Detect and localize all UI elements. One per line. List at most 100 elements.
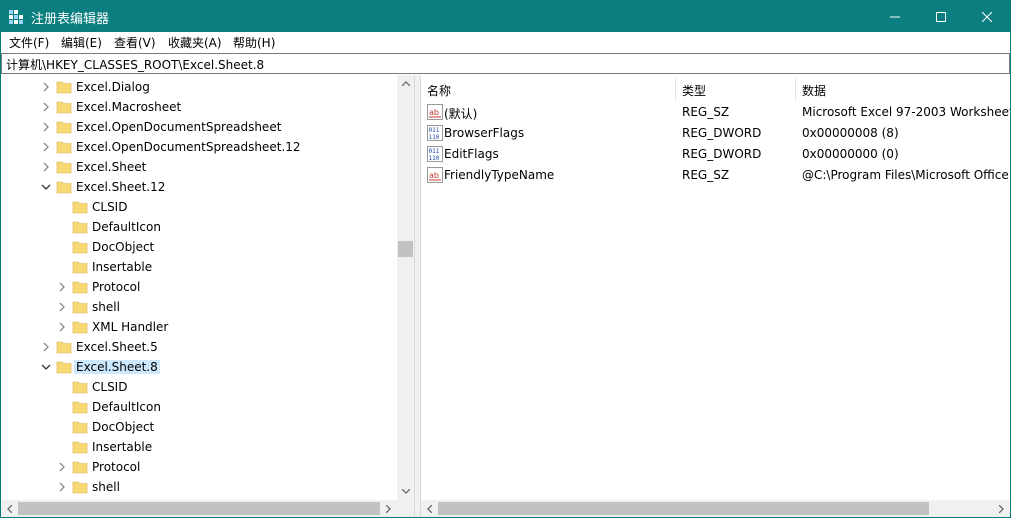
values-horizontal-scrollbar[interactable]: [421, 500, 1010, 517]
tree-item[interactable]: Excel.OpenDocumentSpreadsheet: [1, 117, 397, 137]
tree-item[interactable]: shell: [1, 477, 397, 497]
registry-editor-app-icon: [9, 10, 23, 24]
address-bar[interactable]: 计算机\HKEY_CLASSES_ROOT\Excel.Sheet.8: [1, 53, 1010, 74]
tree-item-label: Excel.Sheet.8: [74, 360, 160, 374]
value-data: 0x00000008 (8): [802, 126, 899, 140]
tree-item[interactable]: Excel.Macrosheet: [1, 97, 397, 117]
value-type: REG_SZ: [682, 168, 730, 182]
value-name: BrowserFlags: [444, 126, 525, 140]
minimize-icon: [890, 16, 900, 17]
chevron-down-icon[interactable]: [40, 180, 52, 194]
tree-item[interactable]: Insertable: [1, 437, 397, 457]
menu-view[interactable]: 查看(V): [114, 34, 156, 51]
tree-item[interactable]: Protocol: [1, 277, 397, 297]
tree-item[interactable]: DefaultIcon: [1, 217, 397, 237]
close-button[interactable]: [964, 1, 1010, 32]
folder-icon: [72, 281, 88, 294]
tree-item-label: Excel.OpenDocumentSpreadsheet: [76, 120, 282, 134]
value-row[interactable]: ab (默认) REG_SZ Microsoft Excel 97-2003 Work…: [421, 101, 1010, 122]
folder-icon: [56, 121, 72, 134]
folder-icon: [56, 101, 72, 114]
tree-item-label: Excel.Dialog: [76, 80, 150, 94]
tree-item[interactable]: DocObject: [1, 237, 397, 257]
scroll-right-icon[interactable]: [993, 500, 1010, 517]
tree-item-label: Excel.Macrosheet: [76, 100, 182, 114]
values-horizontal-scroll-thumb[interactable]: [438, 502, 929, 515]
tree-vertical-scrollbar[interactable]: [397, 75, 414, 500]
chevron-right-icon[interactable]: [40, 120, 52, 134]
menu-edit[interactable]: 编辑(E): [61, 34, 102, 51]
address-path: 计算机\HKEY_CLASSES_ROOT\Excel.Sheet.8: [6, 58, 265, 72]
tree-item[interactable]: shell: [1, 297, 397, 317]
pane-splitter[interactable]: [414, 75, 421, 517]
tree-item[interactable]: CLSID: [1, 377, 397, 397]
folder-icon: [72, 381, 88, 394]
value-name: FriendlyTypeName: [444, 168, 555, 182]
scroll-left-icon[interactable]: [1, 500, 18, 517]
tree-item[interactable]: Excel.Sheet.12: [1, 177, 397, 197]
scroll-up-icon[interactable]: [397, 75, 414, 92]
tree-horizontal-scroll-thumb[interactable]: [18, 502, 380, 515]
title-bar: 注册表编辑器: [1, 1, 1010, 32]
folder-icon: [72, 221, 88, 234]
column-name-header[interactable]: 名称: [421, 77, 676, 101]
menu-file[interactable]: 文件(F): [9, 34, 49, 51]
menu-favorites[interactable]: 收藏夹(A): [168, 34, 222, 51]
menu-help[interactable]: 帮助(H): [233, 34, 275, 51]
tree-item[interactable]: Excel.Dialog: [1, 77, 397, 97]
tree-item-label: CLSID: [92, 200, 128, 214]
tree-item[interactable]: DefaultIcon: [1, 397, 397, 417]
maximize-button[interactable]: [918, 1, 964, 32]
tree-item[interactable]: Protocol: [1, 457, 397, 477]
binary-value-icon: 011110: [427, 146, 443, 162]
chevron-right-icon[interactable]: [56, 280, 68, 294]
value-name: (默认): [444, 107, 478, 121]
value-row[interactable]: 011 110 EditFlags REG_DWORD 0x00000000 (0): [421, 143, 1010, 164]
tree-item[interactable]: Excel.OpenDocumentSpreadsheet.12: [1, 137, 397, 157]
tree-item[interactable]: Excel.Sheet: [1, 157, 397, 177]
folder-icon: [72, 321, 88, 334]
chevron-right-icon[interactable]: [56, 320, 68, 334]
chevron-right-icon[interactable]: [40, 80, 52, 94]
tree-item[interactable]: Insertable: [1, 257, 397, 277]
chevron-right-icon[interactable]: [56, 300, 68, 314]
tree-item[interactable]: Excel.Sheet.8: [1, 357, 397, 377]
scrollbar-corner: [397, 500, 414, 517]
folder-icon: [72, 481, 88, 494]
values-pane: 名称 类型 数据 ab (默认) REG_SZ Microsoft Excel 97-…: [421, 75, 1010, 517]
column-data-header[interactable]: 数据: [796, 77, 1010, 101]
binary-value-icon: 011110: [427, 125, 443, 141]
scroll-left-icon[interactable]: [421, 500, 438, 517]
folder-icon: [56, 181, 72, 194]
chevron-right-icon[interactable]: [56, 480, 68, 494]
tree-vertical-scroll-thumb[interactable]: [398, 241, 413, 257]
folder-icon: [72, 461, 88, 474]
folder-icon: [72, 241, 88, 254]
chevron-right-icon[interactable]: [40, 100, 52, 114]
minimize-button[interactable]: [872, 1, 918, 32]
tree-item[interactable]: DocObject: [1, 417, 397, 437]
column-type-header[interactable]: 类型: [676, 77, 796, 101]
chevron-right-icon[interactable]: [56, 460, 68, 474]
value-type: REG_SZ: [682, 105, 730, 119]
value-row[interactable]: ab FriendlyTypeName REG_SZ @C:\Program File…: [421, 164, 1010, 185]
chevron-right-icon[interactable]: [40, 160, 52, 174]
tree-item-label: Insertable: [92, 260, 153, 274]
svg-text:110: 110: [429, 155, 440, 162]
tree-item[interactable]: Excel.Sheet.5: [1, 337, 397, 357]
tree-item-label: XML Handler: [92, 320, 169, 334]
chevron-down-icon[interactable]: [40, 360, 52, 374]
value-row[interactable]: 011 110 BrowserFlags REG_DWORD 0x00000008 (8…: [421, 122, 1010, 143]
value-data: 0x00000000 (0): [802, 147, 899, 161]
tree-item-label: Protocol: [92, 280, 141, 294]
chevron-right-icon[interactable]: [40, 140, 52, 154]
scroll-right-icon[interactable]: [380, 500, 397, 517]
value-data: Microsoft Excel 97-2003 Worksheet: [802, 105, 1010, 119]
tree-horizontal-scrollbar[interactable]: [1, 500, 397, 517]
tree-item-label: DefaultIcon: [92, 400, 161, 414]
scroll-down-icon[interactable]: [397, 483, 414, 500]
chevron-right-icon[interactable]: [40, 340, 52, 354]
tree-item[interactable]: XML Handler: [1, 317, 397, 337]
svg-text:011: 011: [429, 127, 440, 134]
tree-item[interactable]: CLSID: [1, 197, 397, 217]
